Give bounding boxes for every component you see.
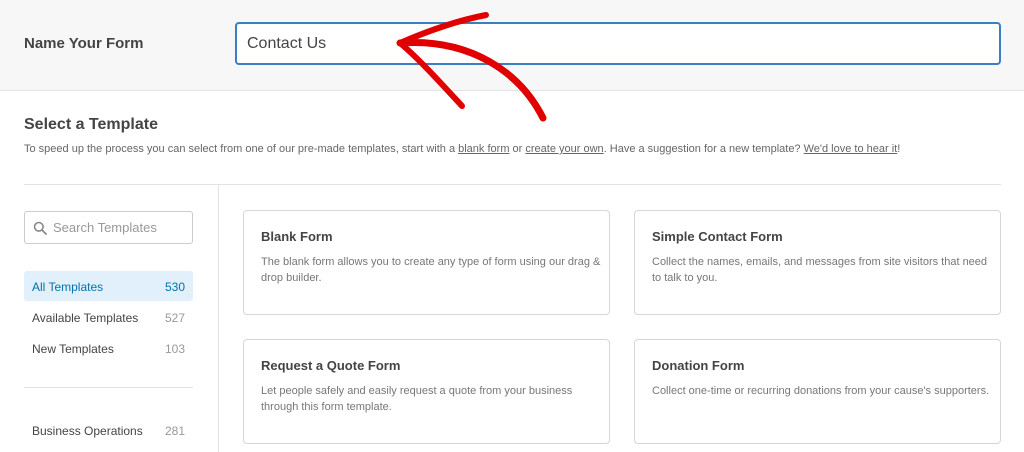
template-title: Request a Quote Form [261, 358, 401, 373]
category-label: Business Operations [32, 424, 143, 438]
blank-form-link[interactable]: blank form [458, 143, 509, 155]
category-label: Available Templates [32, 311, 139, 325]
category-label: New Templates [32, 342, 114, 356]
template-description: Collect one-time or recurring donations … [652, 385, 990, 397]
desc-text-3: . Have a suggestion for a new template? [603, 143, 804, 155]
sidebar-section-divider [24, 387, 193, 388]
template-card-blank-form[interactable]: Blank Form The blank form allows you to … [243, 210, 610, 315]
template-card-donation[interactable]: Donation Form Collect one-time or recurr… [634, 339, 1001, 444]
create-your-own-link[interactable]: create your own [525, 143, 603, 155]
category-count: 103 [164, 342, 185, 356]
category-new-templates[interactable]: New Templates 103 [24, 333, 193, 363]
category-all-templates[interactable]: All Templates 530 [24, 271, 193, 301]
template-title: Simple Contact Form [652, 229, 783, 244]
form-name-label: Name Your Form [24, 35, 144, 52]
suggest-template-link[interactable]: We'd love to hear it [804, 143, 898, 155]
category-label: All Templates [32, 280, 104, 294]
category-count: 530 [164, 280, 185, 294]
category-count: 527 [164, 311, 185, 325]
template-description: Let people safely and easily request a q… [261, 385, 573, 413]
template-card-request-quote[interactable]: Request a Quote Form Let people safely a… [243, 339, 610, 444]
template-description: The blank form allows you to create any … [261, 256, 601, 284]
category-available-templates[interactable]: Available Templates 527 [24, 302, 193, 332]
template-card-simple-contact[interactable]: Simple Contact Form Collect the names, e… [634, 210, 1001, 315]
template-title: Blank Form [261, 229, 333, 244]
desc-text-1: To speed up the process you can select f… [24, 143, 459, 155]
search-icon [33, 221, 47, 235]
category-business-operations[interactable]: Business Operations 281 [24, 415, 193, 445]
desc-text-2: or [509, 143, 526, 155]
search-templates-input[interactable] [53, 212, 191, 243]
desc-text-4: ! [897, 143, 901, 155]
section-divider [24, 184, 1001, 185]
section-title: Select a Template [24, 116, 158, 133]
category-count: 281 [164, 424, 185, 438]
template-title: Donation Form [652, 358, 745, 373]
section-description: To speed up the process you can select f… [24, 143, 900, 155]
search-templates-box [24, 211, 193, 244]
template-description: Collect the names, emails, and messages … [652, 256, 988, 284]
form-name-header: Name Your Form [0, 0, 1024, 91]
sidebar-divider [218, 185, 219, 452]
form-name-input[interactable] [235, 22, 1001, 65]
